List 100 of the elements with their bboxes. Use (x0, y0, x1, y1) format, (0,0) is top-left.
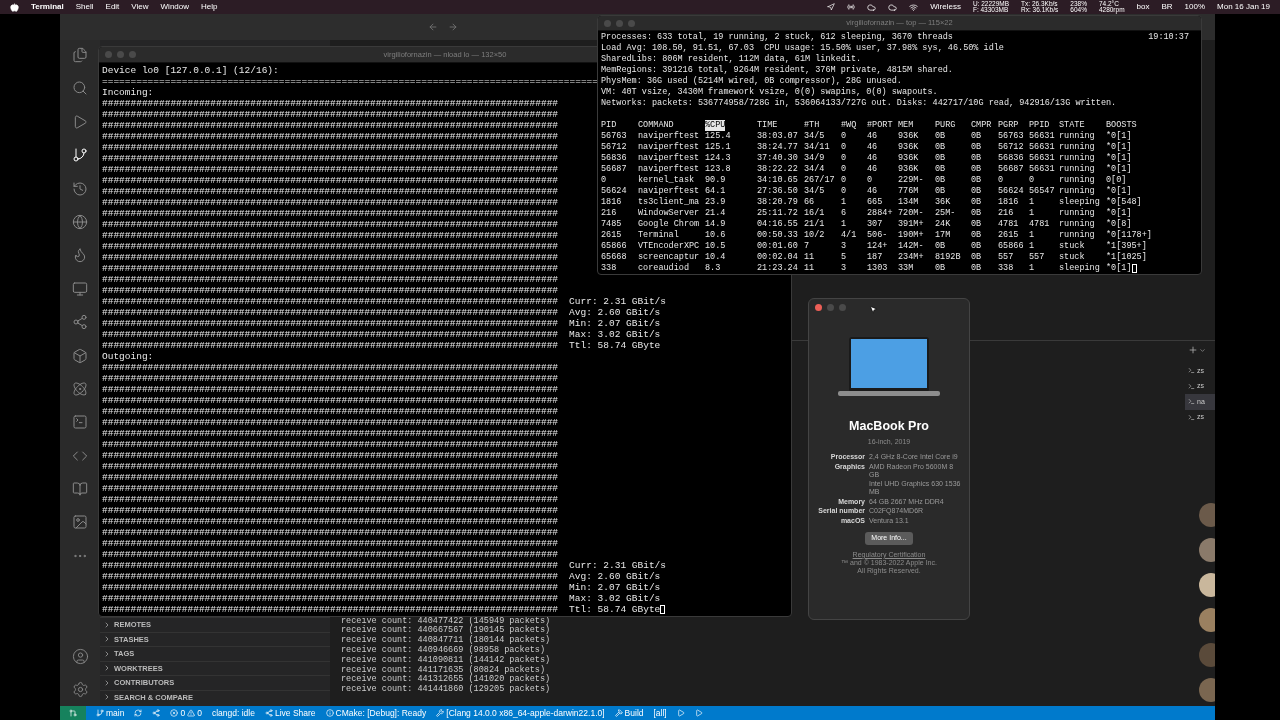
hash-line: ################################################################################ (102, 230, 559, 241)
monitor-icon[interactable] (72, 280, 88, 297)
play-icon[interactable] (676, 709, 685, 717)
table-cell: 7485 (601, 219, 622, 230)
table-cell: 1 (1029, 230, 1035, 241)
table-cell: 0B (935, 175, 946, 186)
table-cell: 216 (998, 208, 1014, 219)
table-cell: Google Chrom (638, 219, 700, 230)
hash-line: ################################################################################ (102, 494, 559, 505)
table-cell: 46 (867, 142, 878, 153)
table-cell: 1 (1029, 263, 1035, 274)
hash-line: ################################################################################ (102, 142, 559, 153)
menu-item[interactable]: Edit (105, 1, 120, 13)
column-header[interactable]: %CPU (705, 120, 726, 131)
table-cell: 307 (867, 219, 883, 230)
hash-line: ################################################################################ (102, 318, 559, 329)
column-header[interactable]: #WQ (841, 120, 857, 131)
table-cell: 124+ (867, 241, 888, 252)
account-icon[interactable] (71, 648, 89, 665)
column-header[interactable]: PID (601, 120, 617, 131)
status-menu-item[interactable]: Mon 16 Jan 19 (1217, 1, 1270, 13)
clangd-status[interactable]: clangd: idle (211, 706, 255, 720)
hash-line: ################################################################################ (102, 538, 559, 549)
box-icon[interactable] (72, 347, 88, 364)
column-header[interactable]: PURG (935, 120, 956, 131)
hash-line: ################################################################################ (102, 329, 559, 340)
branch-button[interactable]: main (96, 706, 125, 720)
kit-button[interactable]: [Clang 14.0.0 x86_64-apple-darwin22.1.0] (436, 706, 605, 720)
files-icon[interactable] (72, 47, 88, 63)
image-icon[interactable] (72, 514, 88, 531)
status-menu-item[interactable]: BR (1161, 1, 1173, 13)
hash-line: ################################################################################ (102, 604, 559, 615)
table-cell: 720M- (898, 208, 924, 219)
menu-item[interactable]: Help (201, 1, 218, 13)
table-cell: 0B (971, 186, 982, 197)
menu-item[interactable]: View (131, 1, 149, 13)
wifi-icon[interactable] (909, 2, 919, 12)
traffic-stat: Min: 2.07 GBit/s (569, 582, 661, 593)
book-icon[interactable] (72, 481, 88, 498)
clock-icon[interactable] (72, 180, 88, 197)
menu-item[interactable]: Shell (75, 1, 94, 13)
error-icon (170, 709, 179, 717)
column-header[interactable]: #PORT (867, 120, 893, 131)
table-cell: 1303 (867, 263, 888, 274)
problems-button[interactable]: 0 0 (170, 706, 202, 720)
dropdown-icon[interactable] (1199, 346, 1206, 354)
status-menu-item[interactable]: Wireless (930, 1, 961, 13)
column-header[interactable]: #TH (804, 120, 820, 131)
table-cell: 0B (971, 230, 982, 241)
back-icon[interactable] (428, 22, 438, 32)
apple-icon[interactable] (10, 2, 19, 12)
column-header[interactable]: PGRP (998, 120, 1019, 131)
table-cell: 56836 (998, 153, 1024, 164)
column-header[interactable]: PPID (1029, 120, 1050, 131)
menu-item[interactable]: Window (160, 1, 189, 13)
column-header[interactable]: BOOSTS (1106, 120, 1137, 131)
table-cell: 4/1 (841, 230, 857, 241)
table-cell: 5 (841, 252, 847, 263)
build-button[interactable]: Build (614, 706, 644, 720)
table-cell: sleeping (1059, 197, 1100, 208)
share-icon[interactable] (72, 314, 88, 331)
cloud-icon[interactable] (867, 2, 877, 12)
remote-button[interactable] (60, 706, 86, 720)
branch-icon[interactable] (72, 147, 88, 164)
run-icon[interactable] (694, 709, 703, 717)
add-terminal-icon[interactable] (1188, 345, 1198, 355)
target-button[interactable]: [all] (653, 706, 667, 720)
column-header[interactable]: CMPR (971, 120, 992, 131)
status-menu-item[interactable]: 100% (1184, 1, 1206, 13)
atom-icon[interactable] (72, 380, 88, 397)
table-cell: 66 (804, 197, 815, 208)
status-menu-item[interactable]: box (1136, 1, 1150, 13)
forward-icon[interactable] (448, 22, 458, 32)
sync-icon[interactable] (134, 709, 143, 717)
table-cell: 38:20.79 (757, 197, 798, 208)
globe-icon[interactable] (72, 213, 88, 230)
settings-icon[interactable] (71, 681, 89, 698)
column-header[interactable]: COMMAND (638, 120, 674, 131)
terminal-icon[interactable] (72, 414, 88, 431)
column-header[interactable]: STATE (1059, 120, 1085, 131)
table-cell: 34/11 (804, 142, 830, 153)
play-icon[interactable] (72, 113, 88, 130)
table-cell: 34:10.65 (757, 175, 798, 186)
live-share-button[interactable]: Live Share (264, 706, 316, 720)
table-cell: 187 (867, 252, 883, 263)
hash-line: ################################################################################ (102, 395, 559, 406)
cloud-icon[interactable] (888, 2, 898, 12)
location-icon[interactable] (827, 3, 836, 11)
summary-line: SharedLibs: 806M resident, 112M data, 61M linkedit. (601, 54, 862, 65)
menu-item[interactable]: Terminal (31, 1, 64, 13)
search-icon[interactable] (72, 80, 88, 97)
cmake-status[interactable]: CMake: [Debug]: Ready (325, 706, 427, 720)
flame-icon[interactable] (72, 247, 88, 264)
table-cell: 0B (971, 153, 982, 164)
table-cell: kernel_task (638, 175, 695, 186)
hash-line: ################################################################################ (102, 417, 559, 428)
table-cell: 8.3 (705, 263, 721, 274)
column-header[interactable]: TIME (757, 120, 778, 131)
terminal-icon (1188, 367, 1195, 375)
column-header[interactable]: MEM (898, 120, 914, 131)
